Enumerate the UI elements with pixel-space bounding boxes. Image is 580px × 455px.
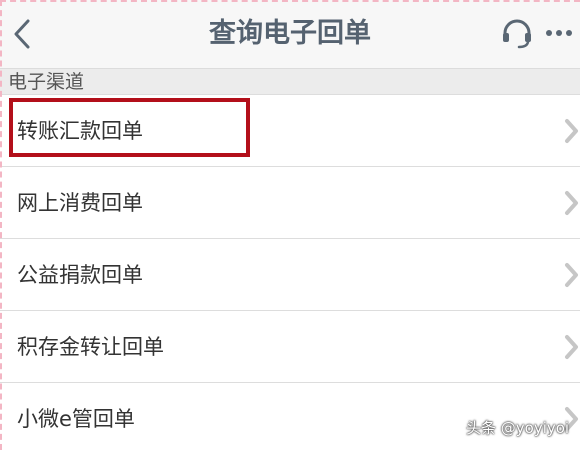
dashed-border-left xyxy=(0,0,2,450)
list-item-gold-transfer-receipt[interactable]: 积存金转让回单 xyxy=(0,310,580,382)
more-horizontal-icon xyxy=(546,30,572,36)
page-title: 查询电子回单 xyxy=(209,18,371,49)
highlight-annotation-box xyxy=(9,98,250,157)
chevron-right-icon xyxy=(565,119,578,143)
chevron-right-icon xyxy=(565,191,578,215)
watermark-text: 头条 @yoyiyoi xyxy=(466,419,570,437)
dashed-border-top xyxy=(0,0,580,2)
section-title: 电子渠道 xyxy=(8,71,85,93)
list-item-label: 积存金转让回单 xyxy=(17,335,164,359)
list-item-label: 公益捐款回单 xyxy=(17,263,143,287)
customer-service-button[interactable] xyxy=(500,18,534,50)
list-item-label: 小微e管回单 xyxy=(17,407,135,431)
section-header: 电子渠道 xyxy=(0,68,580,95)
headset-icon xyxy=(503,19,531,49)
chevron-right-icon xyxy=(565,335,578,359)
list-item-online-purchase-receipt[interactable]: 网上消费回单 xyxy=(0,166,580,238)
list-item-charity-donation-receipt[interactable]: 公益捐款回单 xyxy=(0,238,580,310)
list-item-label: 网上消费回单 xyxy=(17,191,143,215)
more-button[interactable] xyxy=(543,24,577,42)
chevron-right-icon xyxy=(565,263,578,287)
top-nav-bar: 查询电子回单 xyxy=(0,0,580,68)
